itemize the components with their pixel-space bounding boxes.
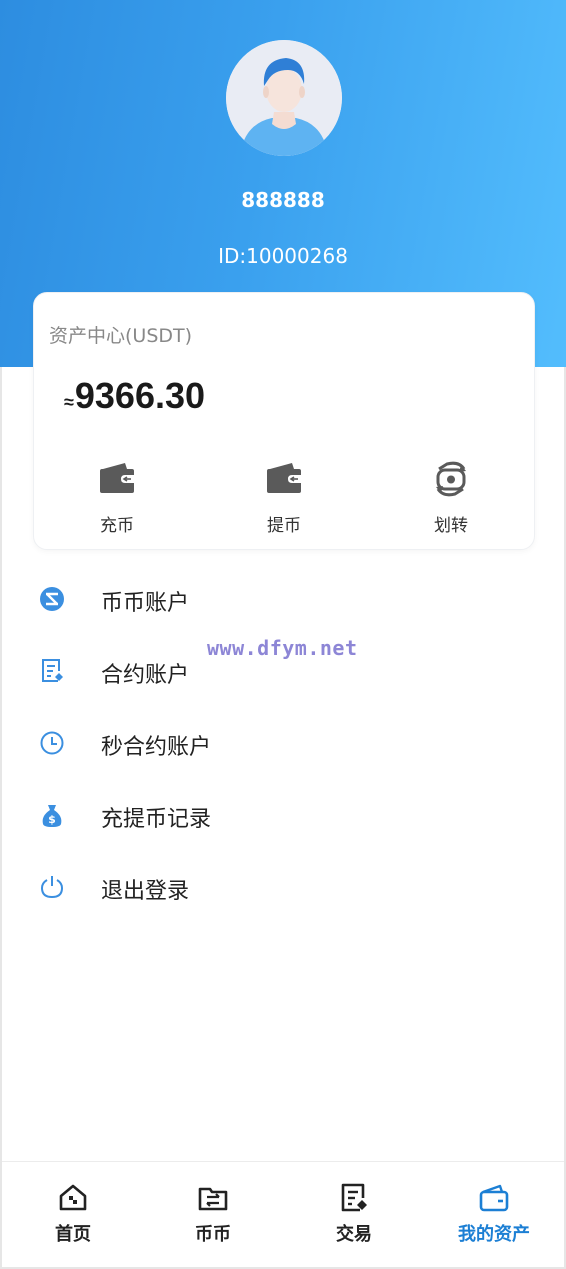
tab-trade[interactable]: 交易	[304, 1182, 404, 1246]
home-icon	[59, 1184, 87, 1211]
wallet-icon	[479, 1184, 509, 1212]
transfer-button[interactable]: 划转	[401, 461, 501, 536]
tab-label: 首页	[55, 1224, 91, 1245]
asset-center-card: 资产中心(USDT) ≈9366.30 充币 提币 划转	[33, 292, 535, 550]
wallet-icon	[267, 463, 301, 493]
power-icon	[40, 876, 64, 899]
contract-icon	[42, 659, 63, 682]
svg-text:$: $	[48, 813, 56, 826]
wallet-icon	[100, 463, 134, 493]
tab-home[interactable]: 首页	[23, 1182, 123, 1246]
deposit-button[interactable]: 充币	[67, 461, 167, 536]
clock-icon	[40, 731, 64, 755]
approx-symbol: ≈	[64, 392, 74, 412]
money-bag-icon: $	[42, 805, 62, 827]
transfer-icon	[436, 461, 466, 497]
balance-value: ≈9366.30	[64, 375, 205, 417]
menu-item-deposit-withdraw-records[interactable]: $ 充提币记录	[0, 787, 566, 843]
username: 888888	[241, 188, 325, 212]
menu-item-second-contract-account[interactable]: 秒合约账户	[0, 715, 566, 771]
user-id: ID:10000268	[218, 244, 348, 268]
menu-label: 合约账户	[101, 663, 190, 688]
balance-amount: 9366.30	[74, 375, 206, 416]
trade-document-icon	[341, 1183, 367, 1212]
watermark: www.dfym.net	[207, 636, 358, 660]
coin-account-icon	[40, 587, 64, 611]
withdraw-button[interactable]: 提币	[234, 461, 334, 536]
exchange-folder-icon	[198, 1187, 228, 1211]
tab-my-assets[interactable]: 我的资产	[444, 1182, 544, 1246]
tab-label: 币币	[195, 1224, 231, 1245]
avatar[interactable]	[226, 40, 342, 156]
menu-label: 退出登录	[101, 879, 190, 904]
menu-label: 秒合约账户	[101, 735, 212, 760]
asset-center-title: 资产中心(USDT)	[49, 325, 193, 347]
menu-label: 充提币记录	[101, 807, 212, 832]
tab-label: 交易	[336, 1224, 372, 1245]
withdraw-label: 提币	[267, 516, 301, 536]
bottom-tab-bar: 首页 币币 交易 我的资产	[2, 1161, 564, 1267]
menu-label: 币币账户	[101, 591, 190, 616]
deposit-label: 充币	[100, 516, 134, 536]
menu-item-coin-account[interactable]: 币币账户	[0, 571, 566, 627]
tab-coin[interactable]: 币币	[163, 1182, 263, 1246]
transfer-label: 划转	[434, 516, 468, 536]
tab-label: 我的资产	[458, 1224, 530, 1245]
menu-item-logout[interactable]: 退出登录	[0, 859, 566, 915]
